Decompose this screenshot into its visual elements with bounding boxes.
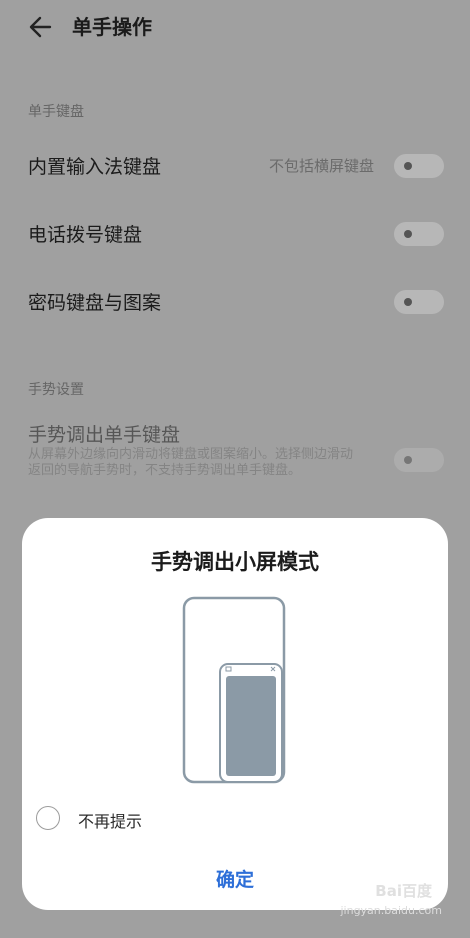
confirm-button[interactable]: 确定 bbox=[185, 865, 285, 895]
setting-row-password[interactable]: 密码键盘与图案 bbox=[0, 278, 470, 326]
toggle-switch[interactable] bbox=[394, 290, 444, 314]
toggle-knob bbox=[404, 162, 412, 170]
toggle-knob bbox=[404, 298, 412, 306]
toggle-knob bbox=[404, 230, 412, 238]
setting-label: 密码键盘与图案 bbox=[28, 292, 162, 314]
watermark: Bai百度 jingyan.baidu.com bbox=[340, 880, 442, 926]
dont-show-again-option[interactable]: 不再提示 bbox=[36, 804, 336, 834]
section-title-keyboard: 单手键盘 bbox=[28, 104, 84, 120]
dont-show-again-label: 不再提示 bbox=[78, 812, 143, 831]
dont-show-again-checkbox[interactable] bbox=[36, 806, 60, 830]
setting-description: 从屏幕外边缘向内滑动将键盘或图案缩小。选择侧边滑动返回的导航手势时，不支持手势调… bbox=[28, 447, 354, 478]
page-title: 单手操作 bbox=[72, 15, 152, 39]
setting-label: 手势调出单手键盘 bbox=[28, 424, 181, 446]
header: 单手操作 bbox=[0, 0, 470, 56]
dialog-title: 手势调出小屏模式 bbox=[151, 550, 319, 574]
watermark-url: jingyan.baidu.com bbox=[340, 904, 442, 917]
toggle-switch bbox=[394, 448, 444, 472]
toggle-knob bbox=[404, 456, 412, 464]
watermark-logo: Bai百度 bbox=[375, 882, 432, 900]
setting-label: 电话拨号键盘 bbox=[28, 224, 143, 246]
gesture-dialog: 手势调出小屏模式 不再提示 确定 bbox=[22, 518, 448, 910]
settings-screen: 单手操作 单手键盘 内置输入法键盘 不包括横屏键盘 电话拨号键盘 密码键盘与图案… bbox=[0, 0, 470, 938]
back-arrow-icon bbox=[29, 16, 52, 38]
setting-row-dialer[interactable]: 电话拨号键盘 bbox=[0, 210, 470, 258]
setting-note: 不包括横屏键盘 bbox=[268, 157, 374, 175]
toggle-switch[interactable] bbox=[394, 222, 444, 246]
section-title-gesture: 手势设置 bbox=[28, 382, 84, 398]
back-button[interactable] bbox=[26, 12, 58, 42]
small-screen-mode-illustration bbox=[182, 596, 286, 784]
setting-row-builtin-ime[interactable]: 内置输入法键盘 不包括横屏键盘 bbox=[0, 142, 470, 190]
setting-label: 内置输入法键盘 bbox=[28, 156, 162, 178]
toggle-switch[interactable] bbox=[394, 154, 444, 178]
